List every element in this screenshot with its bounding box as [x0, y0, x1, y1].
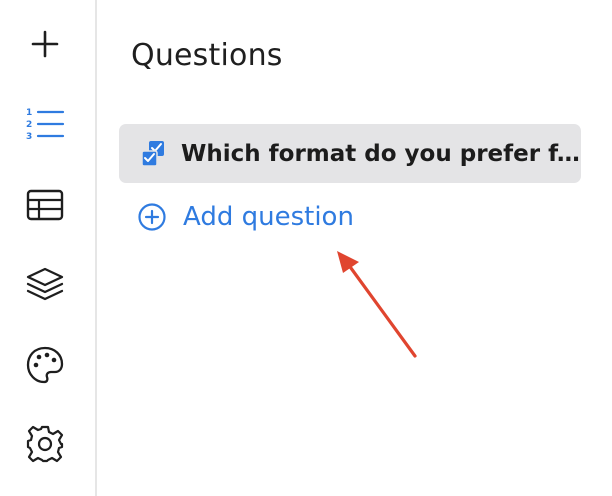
app-window: 1 2 3 Questions Which format do you pref…: [0, 0, 612, 496]
palette-icon: [26, 346, 64, 384]
questions-panel: Questions Which format do you prefer f..…: [97, 0, 612, 496]
theme-tab[interactable]: [22, 342, 68, 388]
settings-tab[interactable]: [22, 421, 68, 467]
plus-icon: [31, 30, 59, 58]
gear-icon: [26, 425, 64, 463]
checkbox-question-icon: [141, 140, 164, 167]
svg-text:2: 2: [26, 120, 32, 130]
svg-text:3: 3: [26, 132, 32, 141]
add-question-button[interactable]: Add question: [137, 202, 354, 232]
svg-text:1: 1: [26, 108, 32, 118]
layers-icon: [26, 267, 64, 301]
layers-tab[interactable]: [22, 262, 68, 308]
questions-tab[interactable]: 1 2 3: [22, 100, 68, 146]
plus-circle-icon: [138, 203, 166, 231]
icon-rail: 1 2 3: [0, 0, 97, 496]
add-question-label: Add question: [183, 202, 354, 232]
table-icon: [26, 189, 64, 221]
numbered-list-icon: 1 2 3: [26, 108, 65, 141]
add-button[interactable]: [22, 21, 68, 67]
table-tab[interactable]: [22, 182, 68, 228]
question-list-item[interactable]: Which format do you prefer f...: [119, 124, 581, 183]
question-title: Which format do you prefer f...: [181, 140, 581, 167]
panel-title: Questions: [131, 38, 283, 73]
